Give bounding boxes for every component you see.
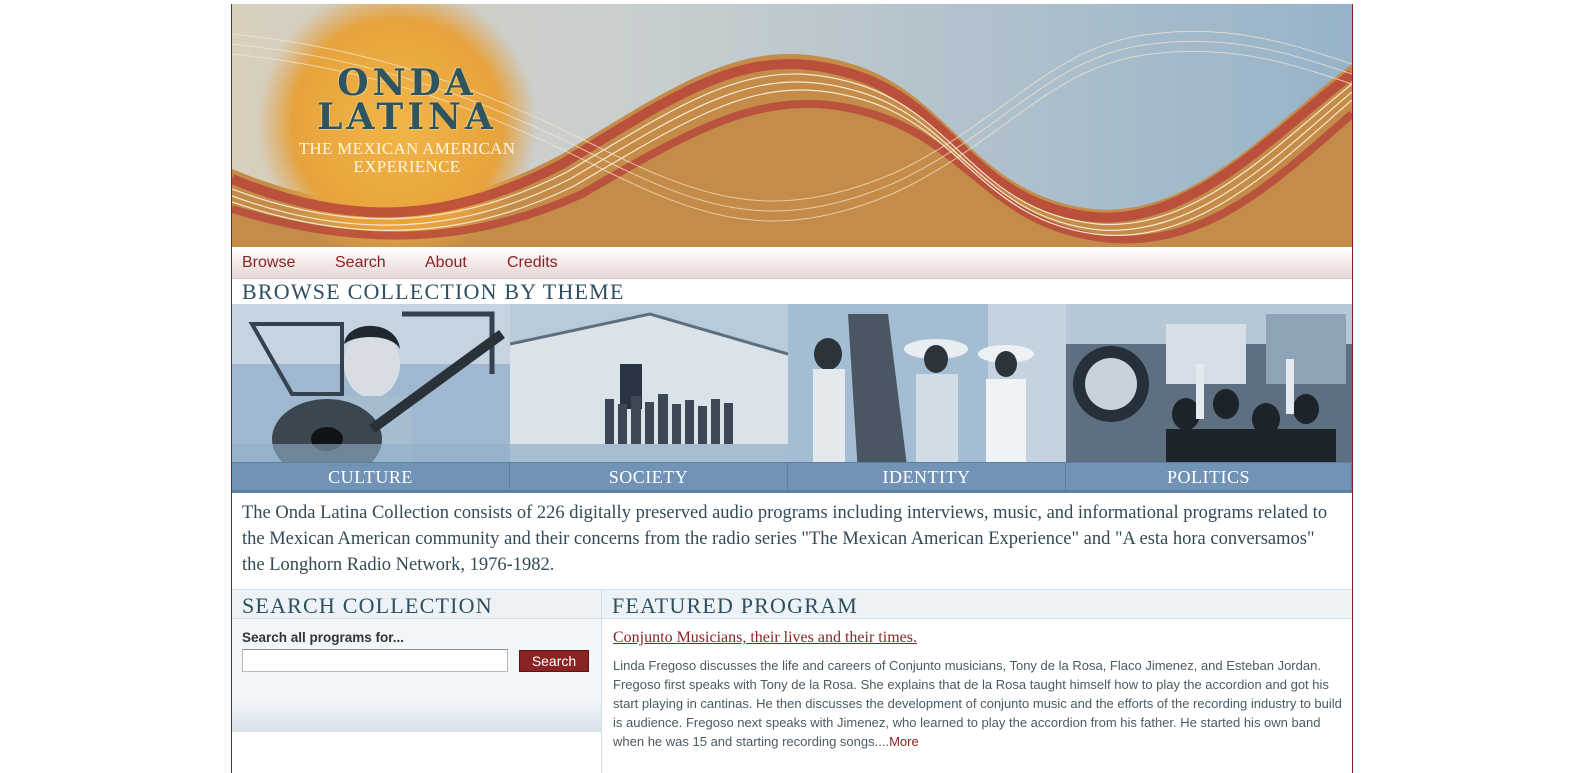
theme-politics-label: POLITICS <box>1066 462 1352 490</box>
site-logo[interactable]: ONDA LATINA THE MEXICAN AMERICAN EXPERIE… <box>272 62 542 176</box>
nav-browse-link[interactable]: Browse <box>242 254 295 272</box>
theme-society[interactable]: SOCIETY <box>510 304 788 490</box>
search-heading: SEARCH COLLECTION <box>242 593 493 618</box>
search-panel: Search all programs for... Search <box>232 619 601 732</box>
theme-culture[interactable]: CULTURE <box>232 304 510 490</box>
theme-culture-label: CULTURE <box>232 462 510 490</box>
logo-title-line1: ONDA <box>337 62 477 104</box>
search-input[interactable] <box>242 649 508 672</box>
theme-identity[interactable]: IDENTITY <box>788 304 1066 490</box>
featured-description-text: Linda Fregoso discusses the life and car… <box>613 658 1342 749</box>
theme-identity-label: IDENTITY <box>788 462 1066 490</box>
nav-about-link[interactable]: About <box>425 254 467 272</box>
main-nav: Browse Search About Credits <box>232 247 1352 279</box>
search-button[interactable]: Search <box>519 650 589 672</box>
logo-subtitle-line1: THE MEXICAN AMERICAN <box>298 139 516 158</box>
more-link[interactable]: More <box>889 734 919 749</box>
page-container: ONDA LATINA THE MEXICAN AMERICAN EXPERIE… <box>231 4 1353 773</box>
nav-search-link[interactable]: Search <box>335 254 386 272</box>
featured-program-description: Linda Fregoso discusses the life and car… <box>613 656 1343 751</box>
browse-heading: BROWSE COLLECTION BY THEME <box>242 279 625 304</box>
collection-description: The Onda Latina Collection consists of 2… <box>242 503 1328 575</box>
featured-panel-header: FEATURED PROGRAM <box>602 589 1352 619</box>
header-banner: ONDA LATINA THE MEXICAN AMERICAN EXPERIE… <box>232 4 1352 247</box>
search-label: Search all programs for... <box>242 630 405 645</box>
featured-program-link[interactable]: Conjunto Musicians, their lives and thei… <box>613 629 917 647</box>
featured-heading: FEATURED PROGRAM <box>612 593 858 618</box>
themes-bottom-rule <box>232 490 1352 493</box>
logo-title-line2: LATINA <box>317 96 497 138</box>
nav-credits-link[interactable]: Credits <box>507 254 558 272</box>
logo-subtitle-line2: EXPERIENCE <box>353 157 461 176</box>
theme-tiles: CULTURE SOCIETY IDENTITY POLITICS <box>232 304 1352 490</box>
theme-society-label: SOCIETY <box>510 462 788 490</box>
search-panel-header: SEARCH COLLECTION <box>232 589 601 619</box>
theme-politics[interactable]: POLITICS <box>1066 304 1352 490</box>
